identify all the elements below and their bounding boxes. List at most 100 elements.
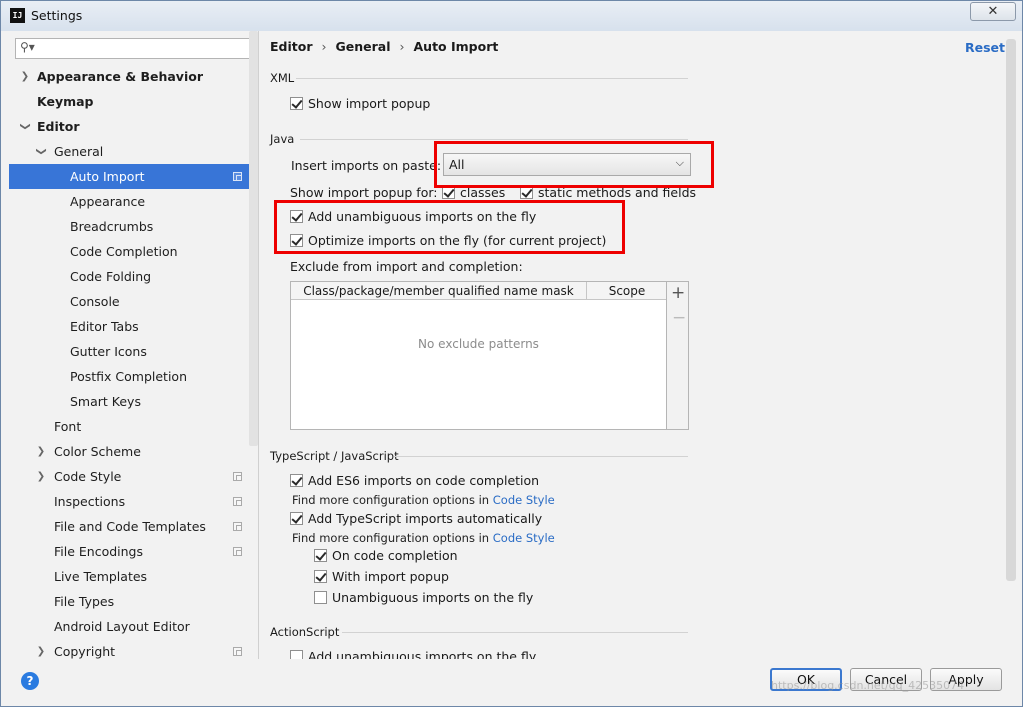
add-pattern-icon[interactable]: + xyxy=(671,283,685,303)
breadcrumb-general: General xyxy=(335,39,391,54)
with-import-popup-option[interactable]: With import popup xyxy=(314,569,449,585)
popup-static-methods-option[interactable]: static methods and fields xyxy=(520,185,696,201)
checkbox-label: Unambiguous imports on the fly xyxy=(332,590,534,605)
checkbox-label: classes xyxy=(460,185,506,200)
help-icon[interactable]: ? xyxy=(21,672,39,690)
sidebar-item-editor[interactable]: ❯ Editor xyxy=(9,114,258,139)
project-settings-icon xyxy=(233,522,242,531)
code-style-link[interactable]: Code Style xyxy=(493,493,555,507)
exclude-label: Exclude from import and completion: xyxy=(290,259,523,274)
sidebar-item-label: Code Completion xyxy=(70,244,178,259)
popup-classes-option[interactable]: classes xyxy=(442,185,505,201)
checkbox-checked[interactable] xyxy=(290,474,303,487)
code-style-link[interactable]: Code Style xyxy=(493,531,555,545)
checkbox-checked[interactable] xyxy=(290,512,303,525)
chevron-right-icon[interactable]: ❯ xyxy=(36,439,46,464)
sidebar-item-console[interactable]: Console xyxy=(9,289,258,314)
checkbox-checked[interactable] xyxy=(520,186,533,199)
search-field[interactable]: ⚲▾ xyxy=(15,38,253,59)
chevron-right-icon[interactable]: ❯ xyxy=(36,464,46,489)
sidebar-item-keymap[interactable]: Keymap xyxy=(9,89,258,114)
sidebar-item-auto-import[interactable]: Auto Import xyxy=(9,164,258,189)
on-code-completion-option[interactable]: On code completion xyxy=(314,548,458,564)
sidebar-item-file-code-templates[interactable]: File and Code Templates xyxy=(9,514,258,539)
reset-link[interactable]: Reset xyxy=(965,40,1005,55)
sidebar-item-label: File and Code Templates xyxy=(54,519,206,534)
actionscript-unambiguous-option[interactable]: Add unambiguous imports on the fly xyxy=(290,649,536,659)
sidebar-item-font[interactable]: Font xyxy=(9,414,258,439)
sidebar-item-smart-keys[interactable]: Smart Keys xyxy=(9,389,258,414)
sidebar-item-appearance[interactable]: Appearance xyxy=(9,189,258,214)
sidebar-item-label: Gutter Icons xyxy=(70,344,147,359)
search-input[interactable] xyxy=(38,40,248,57)
exclude-patterns-table[interactable]: Class/package/member qualified name mask… xyxy=(290,281,667,430)
breadcrumb-separator-icon: › xyxy=(321,39,327,54)
sidebar-item-color-scheme[interactable]: ❯ Color Scheme xyxy=(9,439,258,464)
es6-imports-option[interactable]: Add ES6 imports on code completion xyxy=(290,473,539,489)
checkbox-label: With import popup xyxy=(332,569,449,584)
checkbox-label: Add ES6 imports on code completion xyxy=(308,473,540,488)
column-header-scope[interactable]: Scope xyxy=(588,282,666,300)
hint-text: Find more configuration options in xyxy=(292,531,490,545)
title-bar: IJ Settings ✕ xyxy=(1,1,1022,31)
sidebar-item-general[interactable]: ❯ General xyxy=(9,139,258,164)
chevron-down-icon[interactable]: ❯ xyxy=(29,147,54,157)
optimize-imports-fly[interactable]: Optimize imports on the fly (for current… xyxy=(290,233,606,249)
remove-pattern-icon[interactable]: − xyxy=(672,308,686,328)
checkbox-checked[interactable] xyxy=(314,549,327,562)
divider xyxy=(342,632,688,633)
xml-show-import-popup[interactable]: Show import popup xyxy=(290,96,430,112)
sidebar-item-file-encodings[interactable]: File Encodings xyxy=(9,539,258,564)
sidebar-item-label: Live Templates xyxy=(54,569,148,584)
checkbox-checked[interactable] xyxy=(290,210,303,223)
checkbox-unchecked[interactable] xyxy=(314,591,327,604)
sidebar-item-copyright[interactable]: ❯ Copyright xyxy=(9,639,258,659)
show-popup-for-label: Show import popup for: xyxy=(290,185,438,200)
clipped-row: Add unambiguous imports on the fly xyxy=(260,649,1000,659)
chevron-down-icon[interactable]: ❯ xyxy=(13,122,38,132)
sidebar-item-label: Smart Keys xyxy=(70,394,141,409)
empty-table-message: No exclude patterns xyxy=(418,337,539,351)
column-header-mask[interactable]: Class/package/member qualified name mask xyxy=(291,282,587,300)
add-unambiguous-imports[interactable]: Add unambiguous imports on the fly xyxy=(290,209,536,225)
close-button[interactable]: ✕ xyxy=(970,2,1016,21)
sidebar-item-code-completion[interactable]: Code Completion xyxy=(9,239,258,264)
sidebar-item-label: Android Layout Editor xyxy=(54,619,190,634)
settings-content: Editor › General › Auto Import Reset XML Sho… xyxy=(260,31,1022,659)
sidebar-item-label: File Encodings xyxy=(54,544,144,559)
window-title: Settings xyxy=(31,8,83,23)
insert-imports-dropdown[interactable]: All ⌵ xyxy=(443,153,691,176)
sidebar-item-inspections[interactable]: Inspections xyxy=(9,489,258,514)
checkbox-checked[interactable] xyxy=(314,570,327,583)
sidebar-item-android-layout-editor[interactable]: Android Layout Editor xyxy=(9,614,258,639)
checkbox-checked[interactable] xyxy=(290,97,303,110)
sidebar-item-label: Editor xyxy=(37,119,80,134)
ts-imports-option[interactable]: Add TypeScript imports automatically xyxy=(290,511,542,527)
settings-sidebar: ⚲▾ ❯ Appearance & Behavior Keymap ❯ Edit… xyxy=(9,31,259,659)
sidebar-item-label: Code Folding xyxy=(70,269,152,284)
sidebar-item-editor-tabs[interactable]: Editor Tabs xyxy=(9,314,258,339)
checkbox-unchecked[interactable] xyxy=(290,650,303,659)
config-hint-2: Find more configuration options in Code … xyxy=(292,531,555,545)
checkbox-checked[interactable] xyxy=(442,186,455,199)
sidebar-item-gutter-icons[interactable]: Gutter Icons xyxy=(9,339,258,364)
project-settings-icon xyxy=(233,497,242,506)
sidebar-item-code-folding[interactable]: Code Folding xyxy=(9,264,258,289)
chevron-right-icon[interactable]: ❯ xyxy=(20,64,30,89)
sidebar-item-postfix-completion[interactable]: Postfix Completion xyxy=(9,364,258,389)
checkbox-checked[interactable] xyxy=(290,234,303,247)
sidebar-item-live-templates[interactable]: Live Templates xyxy=(9,564,258,589)
checkbox-label: On code completion xyxy=(332,548,458,563)
chevron-right-icon[interactable]: ❯ xyxy=(36,639,46,659)
breadcrumb-auto-import: Auto Import xyxy=(413,39,499,54)
sidebar-scrollbar[interactable] xyxy=(249,31,258,446)
unambiguous-imports-option[interactable]: Unambiguous imports on the fly xyxy=(314,590,533,606)
sidebar-item-appearance-behavior[interactable]: ❯ Appearance & Behavior xyxy=(9,64,258,89)
sidebar-item-file-types[interactable]: File Types xyxy=(9,589,258,614)
sidebar-item-breadcrumbs[interactable]: Breadcrumbs xyxy=(9,214,258,239)
chevron-down-icon: ⌵ xyxy=(675,156,684,169)
sidebar-item-label: Code Style xyxy=(54,469,122,484)
content-scrollbar[interactable] xyxy=(1006,39,1016,581)
checkbox-label: Add unambiguous imports on the fly xyxy=(308,209,537,224)
sidebar-item-code-style[interactable]: ❯ Code Style xyxy=(9,464,258,489)
